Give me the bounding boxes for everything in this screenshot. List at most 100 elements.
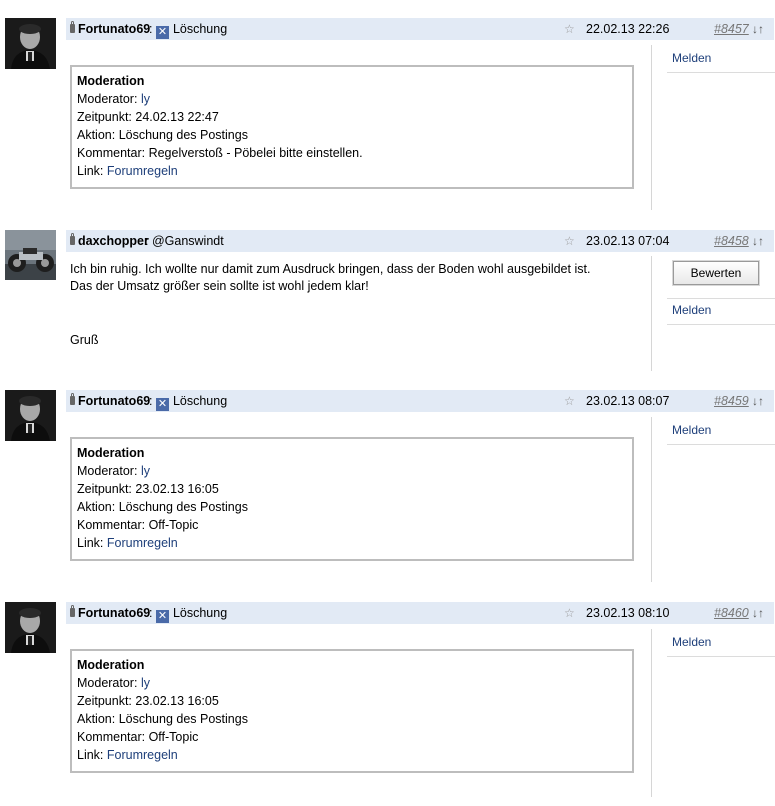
post-title-text: Löschung [172, 22, 228, 36]
deleted-icon: ✕ [155, 26, 169, 39]
divider [667, 444, 775, 445]
moderator-link[interactable]: ly [141, 676, 150, 690]
deleted-icon: ✕ [155, 610, 169, 623]
post-title-text: @Ganswindt [151, 234, 224, 248]
nav-arrows[interactable]: ↓↑ [752, 390, 764, 412]
moderator-label: Moderator: [77, 464, 138, 478]
action-row: Aktion: Löschung des Postings [77, 498, 627, 516]
action-value: Löschung des Postings [118, 128, 248, 142]
comment-value: Off-Topic [148, 518, 199, 532]
link-row: Link: Forumregeln [77, 534, 627, 552]
comment-value: Off-Topic [148, 730, 199, 744]
comment-label: Kommentar: [77, 730, 146, 744]
post-8457: Fortunato69 : ✕ Löschung ☆ 22.02.13 22:26… [0, 18, 775, 213]
star-icon[interactable]: ☆ [564, 230, 575, 252]
link-row: Link: Forumregeln [77, 162, 627, 180]
star-icon[interactable]: ☆ [564, 18, 575, 40]
comment-row: Kommentar: Off-Topic [77, 516, 627, 534]
moderation-box: Moderation Moderator: ly Zeitpunkt: 23.0… [70, 437, 634, 561]
moderator-link[interactable]: ly [141, 464, 150, 478]
time-label: Zeitpunkt: [77, 694, 132, 708]
body-line: Ich bin ruhig. Ich wollte nur damit zum … [70, 262, 591, 276]
action-label: Aktion: [77, 128, 116, 142]
comment-row: Kommentar: Off-Topic [77, 728, 627, 746]
post-8458: daxchopper : @Ganswindt ☆ 23.02.13 07:04… [0, 229, 775, 374]
post-number-link[interactable]: #8458 [714, 230, 749, 252]
lock-icon [70, 393, 75, 405]
action-value: Löschung des Postings [118, 500, 248, 514]
report-link[interactable]: Melden [672, 51, 711, 65]
comment-value: Regelverstoß - Pöbelei bitte einstellen. [148, 146, 363, 160]
post-body: Ich bin ruhig. Ich wollte nur damit zum … [70, 261, 640, 349]
post-header: Fortunato69 : ✕ Löschung ☆ 23.02.13 08:07… [66, 390, 774, 412]
post-actions: Melden [651, 629, 775, 797]
forum-rules-link[interactable]: Forumregeln [107, 748, 178, 762]
post-title[interactable]: : ✕ Löschung [149, 18, 227, 40]
avatar[interactable] [5, 18, 56, 69]
report-link[interactable]: Melden [672, 423, 711, 437]
post-number-link[interactable]: #8460 [714, 602, 749, 624]
lock-icon [70, 233, 75, 245]
avatar[interactable] [5, 390, 56, 441]
post-actions: Melden [651, 45, 775, 210]
post-title[interactable]: : ✕ Löschung [149, 390, 227, 412]
time-value: 23.02.13 16:05 [135, 694, 219, 708]
moderator-row: Moderator: ly [77, 674, 627, 692]
comment-row: Kommentar: Regelverstoß - Pöbelei bitte … [77, 144, 627, 162]
post-number-link[interactable]: #8457 [714, 18, 749, 40]
avatar[interactable] [5, 230, 56, 280]
time-value: 23.02.13 16:05 [135, 482, 219, 496]
link-label: Link: [77, 748, 104, 762]
moderator-row: Moderator: ly [77, 462, 627, 480]
action-label: Aktion: [77, 500, 116, 514]
moderator-label: Moderator: [77, 92, 138, 106]
moderation-heading: Moderation [77, 658, 145, 672]
moderator-link[interactable]: ly [141, 92, 150, 106]
action-label: Aktion: [77, 712, 116, 726]
author-link[interactable]: Fortunato69 [78, 18, 150, 40]
avatar[interactable] [5, 602, 56, 653]
report-link[interactable]: Melden [672, 635, 711, 649]
post-actions: Melden [651, 417, 775, 582]
divider [667, 656, 775, 657]
time-row: Zeitpunkt: 24.02.13 22:47 [77, 108, 627, 126]
nav-arrows[interactable]: ↓↑ [752, 230, 764, 252]
body-line: Gruß [70, 333, 99, 347]
star-icon[interactable]: ☆ [564, 390, 575, 412]
divider [667, 324, 775, 325]
divider [667, 298, 775, 299]
author-link[interactable]: Fortunato69 [78, 602, 150, 624]
time-row: Zeitpunkt: 23.02.13 16:05 [77, 692, 627, 710]
action-row: Aktion: Löschung des Postings [77, 710, 627, 728]
action-row: Aktion: Löschung des Postings [77, 126, 627, 144]
nav-arrows[interactable]: ↓↑ [752, 18, 764, 40]
post-date: 23.02.13 07:04 [586, 234, 670, 248]
author-link[interactable]: Fortunato69 [78, 390, 150, 412]
link-label: Link: [77, 164, 104, 178]
moderation-box: Moderation Moderator: ly Zeitpunkt: 23.0… [70, 649, 634, 773]
post-date: 23.02.13 08:10 [586, 606, 670, 620]
post-title-text: Löschung [172, 394, 228, 408]
time-row: Zeitpunkt: 23.02.13 16:05 [77, 480, 627, 498]
link-label: Link: [77, 536, 104, 550]
deleted-icon: ✕ [155, 398, 169, 411]
rate-button[interactable]: Bewerten [673, 261, 759, 285]
divider [667, 72, 775, 73]
star-icon[interactable]: ☆ [564, 602, 575, 624]
post-title[interactable]: : @Ganswindt [145, 230, 224, 252]
post-8459: Fortunato69 : ✕ Löschung ☆ 23.02.13 08:07… [0, 390, 775, 585]
post-title-text: Löschung [172, 606, 228, 620]
post-header: Fortunato69 : ✕ Löschung ☆ 22.02.13 22:26… [66, 18, 774, 40]
post-date: 23.02.13 08:07 [586, 394, 670, 408]
forum-rules-link[interactable]: Forumregeln [107, 536, 178, 550]
post-number-link[interactable]: #8459 [714, 390, 749, 412]
time-value: 24.02.13 22:47 [135, 110, 219, 124]
lock-icon [70, 21, 75, 33]
moderator-row: Moderator: ly [77, 90, 627, 108]
post-title[interactable]: : ✕ Löschung [149, 602, 227, 624]
time-label: Zeitpunkt: [77, 110, 132, 124]
forum-rules-link[interactable]: Forumregeln [107, 164, 178, 178]
report-link[interactable]: Melden [672, 303, 711, 317]
nav-arrows[interactable]: ↓↑ [752, 602, 764, 624]
author-link[interactable]: daxchopper [78, 230, 149, 252]
